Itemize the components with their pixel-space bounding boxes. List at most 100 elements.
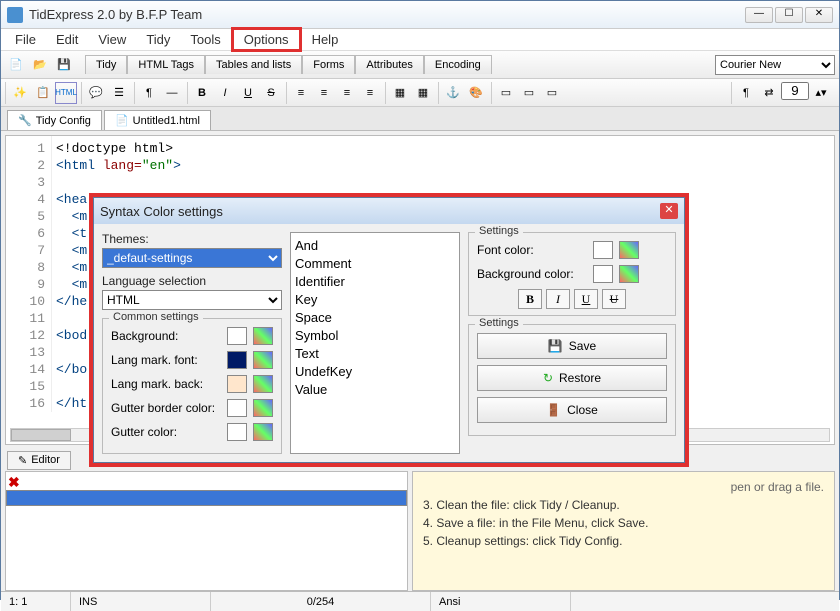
maximize-button[interactable]: ☐ — [775, 7, 803, 23]
toggle-icon[interactable]: ⇄ — [758, 82, 780, 104]
font-size-input[interactable] — [781, 82, 809, 100]
bg-color-button[interactable] — [253, 327, 273, 345]
wrench-icon: 🔧 — [18, 114, 32, 127]
gcolor-label: Gutter color: — [111, 425, 221, 439]
dialog-close-button[interactable]: ✕ — [660, 203, 678, 219]
token-identifier[interactable]: Identifier — [295, 273, 455, 291]
bold-icon[interactable]: B — [191, 82, 213, 104]
token-key[interactable]: Key — [295, 291, 455, 309]
comment-icon[interactable]: 💬 — [85, 82, 107, 104]
open-file-icon[interactable]: 📂 — [29, 54, 51, 76]
bg-label: Background: — [111, 329, 221, 343]
save-file-icon[interactable]: 💾 — [53, 54, 75, 76]
tab-tables[interactable]: Tables and lists — [205, 55, 302, 74]
language-select[interactable]: HTML — [102, 290, 282, 310]
token-list[interactable]: And Comment Identifier Key Space Symbol … — [290, 232, 460, 454]
pilcrow-icon[interactable]: ¶ — [138, 82, 160, 104]
save-button[interactable]: 💾Save — [477, 333, 667, 359]
html-icon[interactable]: HTML — [55, 82, 77, 104]
misc1-icon[interactable]: ▭ — [495, 82, 517, 104]
tab-encoding[interactable]: Encoding — [424, 55, 492, 74]
gborder-swatch[interactable] — [227, 399, 247, 417]
pencil-icon: ✎ — [18, 454, 27, 467]
toolbar-2: ✨ 📋 HTML 💬 ☰ ¶ — B I U S ≡ ≡ ≡ ≡ ▦ ▦ — [1, 79, 839, 107]
align-right-icon[interactable]: ≡ — [336, 82, 358, 104]
misc2-icon[interactable]: ▭ — [518, 82, 540, 104]
token-symbol[interactable]: Symbol — [295, 327, 455, 345]
new-file-icon[interactable]: 📄 — [5, 54, 27, 76]
close-button[interactable]: ✕ — [805, 7, 833, 23]
tab-attributes[interactable]: Attributes — [355, 55, 423, 74]
fontcolor-button[interactable] — [619, 241, 639, 259]
bottom-tab-editor[interactable]: ✎Editor — [7, 451, 71, 470]
settings-legend: Settings — [475, 225, 523, 237]
misc3-icon[interactable]: ▭ — [541, 82, 563, 104]
stepper-icon[interactable]: ▴▾ — [810, 82, 832, 104]
close-dialog-button[interactable]: 🚪Close — [477, 397, 667, 423]
token-comment[interactable]: Comment — [295, 255, 455, 273]
align-left-icon[interactable]: ≡ — [290, 82, 312, 104]
underline-icon[interactable]: U — [237, 82, 259, 104]
gcolor-color-button[interactable] — [253, 423, 273, 441]
app-title: TidExpress 2.0 by B.F.P Team — [29, 7, 745, 22]
bg-swatch[interactable] — [227, 327, 247, 345]
token-text[interactable]: Text — [295, 345, 455, 363]
filetab-untitled[interactable]: 📄Untitled1.html — [104, 110, 211, 130]
token-value[interactable]: Value — [295, 381, 455, 399]
gborder-color-button[interactable] — [253, 399, 273, 417]
token-and[interactable]: And — [295, 237, 455, 255]
menu-edit[interactable]: Edit — [46, 30, 88, 49]
restore-button[interactable]: ↻Restore — [477, 365, 667, 391]
anchor-icon[interactable]: ⚓ — [442, 82, 464, 104]
pilcrow2-icon[interactable]: ¶ — [735, 82, 757, 104]
tab-htmltags[interactable]: HTML Tags — [127, 55, 205, 74]
colors-icon[interactable]: 🎨 — [465, 82, 487, 104]
bars-icon[interactable]: ☰ — [108, 82, 130, 104]
align-justify-icon[interactable]: ≡ — [359, 82, 381, 104]
token-undef[interactable]: UndefKey — [295, 363, 455, 381]
fontcolor-swatch[interactable] — [593, 241, 613, 259]
gcolor-swatch[interactable] — [227, 423, 247, 441]
token-space[interactable]: Space — [295, 309, 455, 327]
strike-toggle[interactable]: U — [602, 289, 626, 309]
bgcolor-button[interactable] — [619, 265, 639, 283]
font-family-select[interactable]: Courier New — [715, 55, 835, 75]
hr-icon[interactable]: — — [161, 82, 183, 104]
status-ins: INS — [71, 592, 211, 611]
italic-toggle[interactable]: I — [546, 289, 570, 309]
bgcolor-swatch[interactable] — [593, 265, 613, 283]
block2-icon[interactable]: ▦ — [412, 82, 434, 104]
menu-view[interactable]: View — [88, 30, 136, 49]
italic-icon[interactable]: I — [214, 82, 236, 104]
menu-help[interactable]: Help — [302, 30, 349, 49]
restore-icon: ↻ — [543, 371, 553, 385]
status-enc: Ansi — [431, 592, 571, 611]
menu-options[interactable]: Options — [231, 27, 302, 52]
lower-panes: ✖ pen or drag a file. 3. Clean the file:… — [5, 471, 835, 591]
strike-icon[interactable]: S — [260, 82, 282, 104]
align-center-icon[interactable]: ≡ — [313, 82, 335, 104]
underline-toggle[interactable]: U — [574, 289, 598, 309]
filetab-tidyconfig[interactable]: 🔧Tidy Config — [7, 110, 102, 130]
copy-icon[interactable]: 📋 — [32, 82, 54, 104]
menu-file[interactable]: File — [5, 30, 46, 49]
actions-legend: Settings — [475, 317, 523, 329]
actions-group: Settings 💾Save ↻Restore 🚪Close — [468, 324, 676, 436]
hint-5: 5. Cleanup settings: click Tidy Config. — [423, 532, 824, 550]
bold-toggle[interactable]: B — [518, 289, 542, 309]
door-icon: 🚪 — [546, 403, 561, 417]
block1-icon[interactable]: ▦ — [389, 82, 411, 104]
minimize-button[interactable]: — — [745, 7, 773, 23]
menu-tidy[interactable]: Tidy — [136, 30, 180, 49]
themes-select[interactable]: _defaut-settings — [102, 248, 282, 268]
tab-forms[interactable]: Forms — [302, 55, 355, 74]
menu-tools[interactable]: Tools — [180, 30, 230, 49]
lmback-swatch[interactable] — [227, 375, 247, 393]
lmfont-color-button[interactable] — [253, 351, 273, 369]
lmback-color-button[interactable] — [253, 375, 273, 393]
wand-icon[interactable]: ✨ — [9, 82, 31, 104]
error-pane[interactable]: ✖ — [5, 471, 408, 591]
tab-tidy[interactable]: Tidy — [85, 55, 127, 74]
syntax-color-dialog: Syntax Color settings ✕ Themes: _defaut-… — [93, 197, 685, 463]
lmfont-swatch[interactable] — [227, 351, 247, 369]
